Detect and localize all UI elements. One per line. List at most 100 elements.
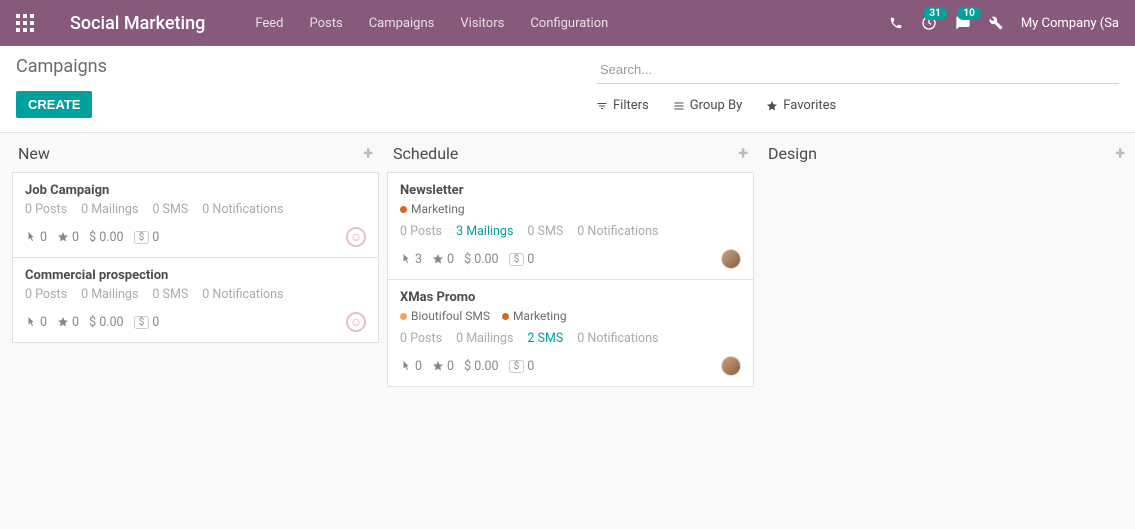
stat-sms[interactable]: 0 SMS [527,224,563,239]
money-icon: $ [509,253,525,266]
stat-notifications[interactable]: 0 Notifications [202,202,283,217]
nav-visitors[interactable]: Visitors [460,16,504,31]
stars-metric: 0 [432,359,454,374]
apps-icon[interactable] [16,14,34,32]
avatar[interactable]: ☺ [346,312,366,332]
stat-posts[interactable]: 0 Posts [400,224,442,239]
column-title[interactable]: New [18,144,50,163]
card-metrics: 0 0 $ 0.00 $0 [25,315,159,330]
nav-campaigns[interactable]: Campaigns [369,16,435,31]
tag-dot-icon [502,313,509,320]
card-stats: 0 Posts 0 Mailings 0 SMS 0 Notifications [25,202,366,217]
card-metrics: 3 0 $ 0.00 $0 [400,252,534,267]
clicks-metric: 0 [400,359,422,374]
card-stats: 0 Posts 0 Mailings 0 SMS 0 Notifications [25,287,366,302]
avatar[interactable]: ☺ [346,227,366,247]
card-stats: 0 Posts 3 Mailings 0 SMS 0 Notifications [400,224,741,239]
stat-sms[interactable]: 0 SMS [152,202,188,217]
card-title: Commercial prospection [25,268,366,283]
phone-icon[interactable] [889,16,903,30]
activity-badge: 31 [923,7,946,20]
stat-sms[interactable]: 2 SMS [527,331,563,346]
quick-create-icon[interactable]: + [1115,143,1125,164]
stat-sms[interactable]: 0 SMS [152,287,188,302]
clicks-metric: 3 [400,252,422,267]
stat-posts[interactable]: 0 Posts [400,331,442,346]
nav-configuration[interactable]: Configuration [530,16,608,31]
favorites-button[interactable]: Favorites [766,98,836,113]
revenue-metric: $ 0.00 [89,230,124,245]
clicks-metric: 0 [25,315,47,330]
kanban-column-schedule: Schedule + Newsletter Marketing 0 Posts … [383,133,758,387]
kanban-card[interactable]: Commercial prospection 0 Posts 0 Mailing… [12,258,379,343]
messages-badge: 10 [957,7,980,20]
nav-posts[interactable]: Posts [310,16,343,31]
tag-dot-icon [400,206,407,213]
search-tools: Filters Group By Favorites [596,98,1119,113]
filters-button[interactable]: Filters [596,98,649,113]
quotation-metric: $0 [509,252,535,267]
card-stats: 0 Posts 0 Mailings 2 SMS 0 Notifications [400,331,741,346]
revenue-metric: $ 0.00 [89,315,124,330]
money-icon: $ [134,231,150,244]
nav-menu: Feed Posts Campaigns Visitors Configurat… [255,16,608,31]
create-button[interactable]: CREATE [16,91,92,118]
kanban-column-design: Design + [758,133,1135,387]
quotation-metric: $0 [509,359,535,374]
activity-icon[interactable]: 31 [921,15,937,31]
kanban-board: New + Job Campaign 0 Posts 0 Mailings 0 … [0,133,1135,387]
revenue-metric: $ 0.00 [464,359,499,374]
stars-metric: 0 [57,230,79,245]
favorites-label: Favorites [783,98,836,113]
stat-posts[interactable]: 0 Posts [25,202,67,217]
nav-right: 31 10 My Company (Sa [889,15,1119,31]
control-panel: Campaigns CREATE Filters Group By Favori… [0,46,1135,133]
stat-notifications[interactable]: 0 Notifications [202,287,283,302]
card-tags: Bioutifoul SMS Marketing [400,309,741,323]
quotation-metric: $0 [134,315,160,330]
card-title: XMas Promo [400,290,741,305]
quick-create-icon[interactable]: + [738,143,748,164]
tag: Marketing [400,202,465,216]
app-brand[interactable]: Social Marketing [70,13,205,34]
kanban-card[interactable]: Job Campaign 0 Posts 0 Mailings 0 SMS 0 … [12,172,379,258]
messages-icon[interactable]: 10 [955,15,971,31]
card-metrics: 0 0 $ 0.00 $0 [25,230,159,245]
stars-metric: 0 [432,252,454,267]
stat-notifications[interactable]: 0 Notifications [577,224,658,239]
card-metrics: 0 0 $ 0.00 $0 [400,359,534,374]
groupby-label: Group By [690,98,743,113]
avatar[interactable] [721,249,741,269]
tag: Marketing [502,309,567,323]
card-title: Newsletter [400,183,741,198]
money-icon: $ [134,316,150,329]
debug-icon[interactable] [989,16,1003,30]
stars-metric: 0 [57,315,79,330]
revenue-metric: $ 0.00 [464,252,499,267]
kanban-card[interactable]: XMas Promo Bioutifoul SMS Marketing 0 Po… [387,280,754,387]
search-input[interactable] [596,56,1119,84]
page-title: Campaigns [16,56,596,77]
column-title[interactable]: Schedule [393,144,458,163]
avatar[interactable] [721,356,741,376]
tag-dot-icon [400,313,407,320]
stat-mailings[interactable]: 0 Mailings [81,202,138,217]
stat-mailings[interactable]: 3 Mailings [456,224,513,239]
stat-posts[interactable]: 0 Posts [25,287,67,302]
quick-create-icon[interactable]: + [363,143,373,164]
clicks-metric: 0 [25,230,47,245]
card-tags: Marketing [400,202,741,216]
kanban-card[interactable]: Newsletter Marketing 0 Posts 3 Mailings … [387,172,754,280]
column-title[interactable]: Design [768,144,817,163]
company-switcher[interactable]: My Company (Sa [1021,16,1119,31]
groupby-button[interactable]: Group By [673,98,743,113]
kanban-column-new: New + Job Campaign 0 Posts 0 Mailings 0 … [8,133,383,387]
stat-notifications[interactable]: 0 Notifications [577,331,658,346]
top-navbar: Social Marketing Feed Posts Campaigns Vi… [0,0,1135,46]
quotation-metric: $0 [134,230,160,245]
nav-feed[interactable]: Feed [255,16,283,31]
card-title: Job Campaign [25,183,366,198]
money-icon: $ [509,360,525,373]
stat-mailings[interactable]: 0 Mailings [456,331,513,346]
stat-mailings[interactable]: 0 Mailings [81,287,138,302]
